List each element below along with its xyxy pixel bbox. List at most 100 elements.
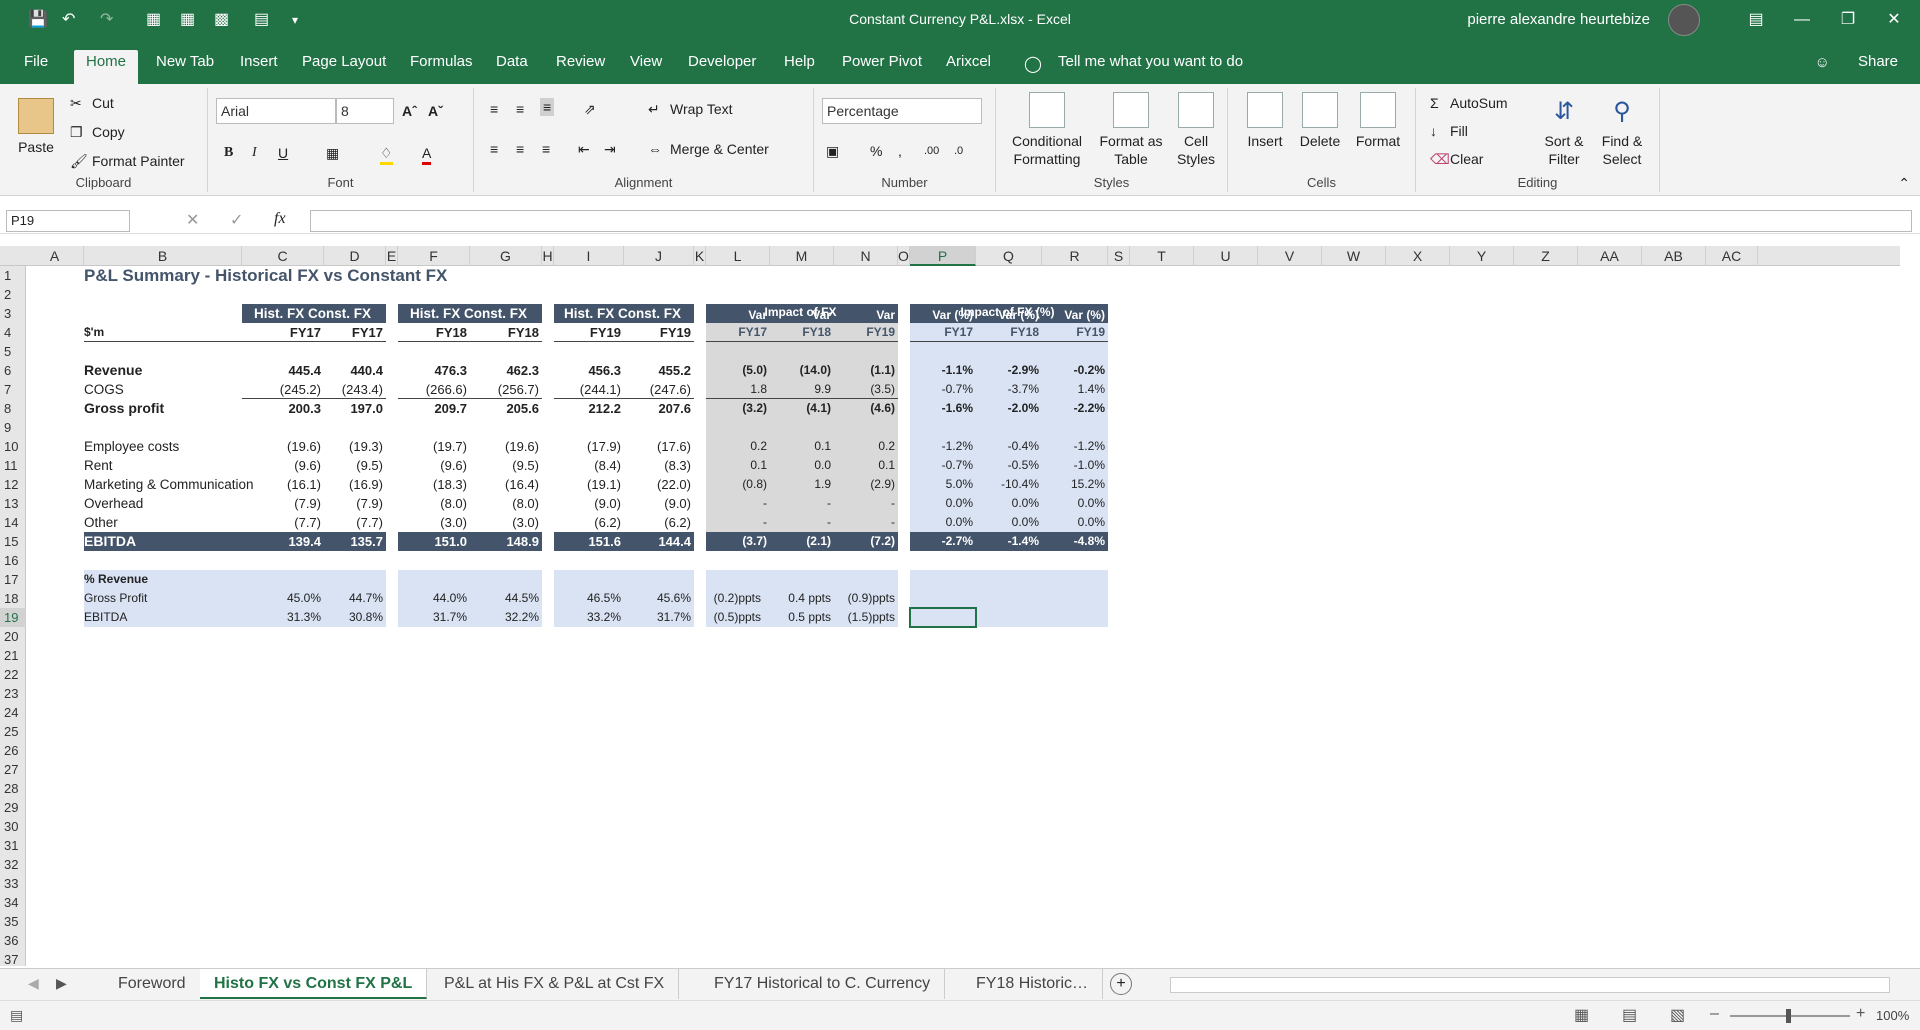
minimize-icon[interactable]: — <box>1782 6 1822 34</box>
value-cell[interactable]: 135.7 <box>324 532 386 551</box>
line-label[interactable]: Overhead <box>84 494 242 513</box>
align-right-icon[interactable]: ≡ <box>542 140 550 158</box>
column-header[interactable]: X <box>1386 246 1450 266</box>
impact-cell[interactable]: 1.9 <box>770 475 834 494</box>
pct-value-cell[interactable]: 30.8% <box>324 608 386 627</box>
impact-pct-cell[interactable]: -1.4% <box>976 532 1042 551</box>
percent-icon[interactable]: % <box>870 142 882 160</box>
year-header[interactable]: FY17 <box>242 323 324 342</box>
impact-pct-cell[interactable]: -1.1% <box>910 361 976 380</box>
impact-pct-cell[interactable]: 5.0% <box>910 475 976 494</box>
value-cell[interactable]: 212.2 <box>554 399 624 418</box>
value-cell[interactable]: (266.6) <box>398 380 470 399</box>
row-header[interactable]: 26 <box>0 741 26 760</box>
row-header[interactable]: 4 <box>0 323 26 342</box>
add-sheet-icon[interactable]: + <box>1110 973 1132 995</box>
line-label[interactable]: Marketing & Communication <box>84 475 254 494</box>
value-cell[interactable]: 139.4 <box>242 532 324 551</box>
column-header[interactable]: G <box>470 246 542 266</box>
cancel-icon[interactable]: ✕ <box>186 210 199 230</box>
impact-pct-cell[interactable]: -3.7% <box>976 380 1042 399</box>
column-header[interactable]: F <box>398 246 470 266</box>
pct-line-label[interactable]: Gross Profit <box>84 589 242 608</box>
column-header[interactable]: I <box>554 246 624 266</box>
pct-value-cell[interactable]: 44.7% <box>324 589 386 608</box>
column-header[interactable]: AA <box>1578 246 1642 266</box>
paste-button[interactable]: Paste <box>14 98 58 156</box>
format-painter-button[interactable]: Format Painter <box>92 152 185 170</box>
impact-pct-cell[interactable]: -1.6% <box>910 399 976 418</box>
column-header[interactable]: L <box>706 246 770 266</box>
value-cell[interactable]: (8.3) <box>624 456 694 475</box>
align-center-icon[interactable]: ≡ <box>516 140 524 158</box>
tab-data[interactable]: Data <box>484 50 540 84</box>
share-button[interactable]: Share <box>1846 50 1910 84</box>
pct-value-cell[interactable]: 32.2% <box>470 608 542 627</box>
zoom-in-icon[interactable]: + <box>1856 1005 1865 1023</box>
delete-cells-button[interactable]: Delete <box>1294 92 1346 150</box>
impact-pct-cell[interactable]: -2.9% <box>976 361 1042 380</box>
formula-input[interactable] <box>310 210 1912 232</box>
font-color-icon[interactable]: A <box>422 144 432 165</box>
line-label[interactable]: Other <box>84 513 242 532</box>
var-pct-year-header[interactable]: FY17 <box>910 323 976 342</box>
copy-button[interactable]: Copy <box>92 123 125 141</box>
value-cell[interactable]: (6.2) <box>624 513 694 532</box>
impact-cell[interactable]: 0.1 <box>770 437 834 456</box>
impact-cell[interactable]: (2.1) <box>770 532 834 551</box>
value-cell[interactable]: (9.6) <box>398 456 470 475</box>
value-cell[interactable]: (16.4) <box>470 475 542 494</box>
var-header[interactable]: Var <box>834 307 898 323</box>
sheet-tab-pl-his-cst[interactable]: P&L at His FX & P&L at Cst FX <box>430 969 680 999</box>
impact-pct-cell[interactable]: 0.0% <box>1042 494 1108 513</box>
decrease-font-icon[interactable]: Aˇ <box>428 102 443 120</box>
value-cell[interactable]: 205.6 <box>470 399 542 418</box>
row-header[interactable]: 19 <box>0 608 26 627</box>
row-header[interactable]: 3 <box>0 304 26 323</box>
impact-pct-cell[interactable]: 1.4% <box>1042 380 1108 399</box>
row-header[interactable]: 33 <box>0 874 26 893</box>
value-cell[interactable]: (9.0) <box>624 494 694 513</box>
row-header[interactable]: 22 <box>0 665 26 684</box>
tab-home[interactable]: Home <box>74 50 139 84</box>
column-header[interactable]: Y <box>1450 246 1514 266</box>
impact-cell[interactable]: (3.5) <box>834 380 898 399</box>
value-cell[interactable]: (19.3) <box>324 437 386 456</box>
impact-cell[interactable]: (3.7) <box>706 532 770 551</box>
row-header[interactable]: 1 <box>0 266 26 285</box>
var-pct-header[interactable]: Var (%) <box>976 307 1042 323</box>
currency-icon[interactable]: ▣ <box>826 142 839 160</box>
report-heading[interactable]: P&L Summary - Historical FX vs Constant … <box>84 266 684 285</box>
impact-pct-cell[interactable]: -1.2% <box>1042 437 1108 456</box>
close-icon[interactable]: ✕ <box>1874 6 1914 34</box>
tab-formulas[interactable]: Formulas <box>398 50 485 84</box>
insert-cells-button[interactable]: Insert <box>1240 92 1290 150</box>
var-year-header[interactable]: FY17 <box>706 323 770 342</box>
page-break-view-icon[interactable]: ▧ <box>1670 1005 1685 1025</box>
impact-pct-cell[interactable]: -1.2% <box>910 437 976 456</box>
sheet-tab-foreword[interactable]: Foreword <box>104 969 201 999</box>
value-cell[interactable]: 151.0 <box>398 532 470 551</box>
underline-icon[interactable]: U <box>278 144 288 162</box>
page-layout-view-icon[interactable]: ▤ <box>1622 1005 1637 1025</box>
row-header[interactable]: 11 <box>0 456 26 475</box>
line-label[interactable]: Revenue <box>84 361 242 380</box>
value-cell[interactable]: (16.9) <box>324 475 386 494</box>
row-header[interactable]: 16 <box>0 551 26 570</box>
value-cell[interactable]: (247.6) <box>624 380 694 399</box>
comma-icon[interactable]: , <box>898 142 902 160</box>
tab-file[interactable]: File <box>12 50 60 84</box>
value-cell[interactable]: 455.2 <box>624 361 694 380</box>
column-header[interactable]: Z <box>1514 246 1578 266</box>
format-as-table-button[interactable]: Format as Table <box>1094 92 1168 168</box>
row-header[interactable]: 9 <box>0 418 26 437</box>
column-header[interactable]: A <box>26 246 84 266</box>
value-cell[interactable]: (16.1) <box>242 475 324 494</box>
value-cell[interactable]: (8.0) <box>398 494 470 513</box>
value-cell[interactable]: 151.6 <box>554 532 624 551</box>
year-header[interactable]: FY19 <box>624 323 694 342</box>
tab-view[interactable]: View <box>618 50 674 84</box>
row-header[interactable]: 37 <box>0 950 26 969</box>
row-header[interactable]: 35 <box>0 912 26 931</box>
column-header[interactable]: J <box>624 246 694 266</box>
